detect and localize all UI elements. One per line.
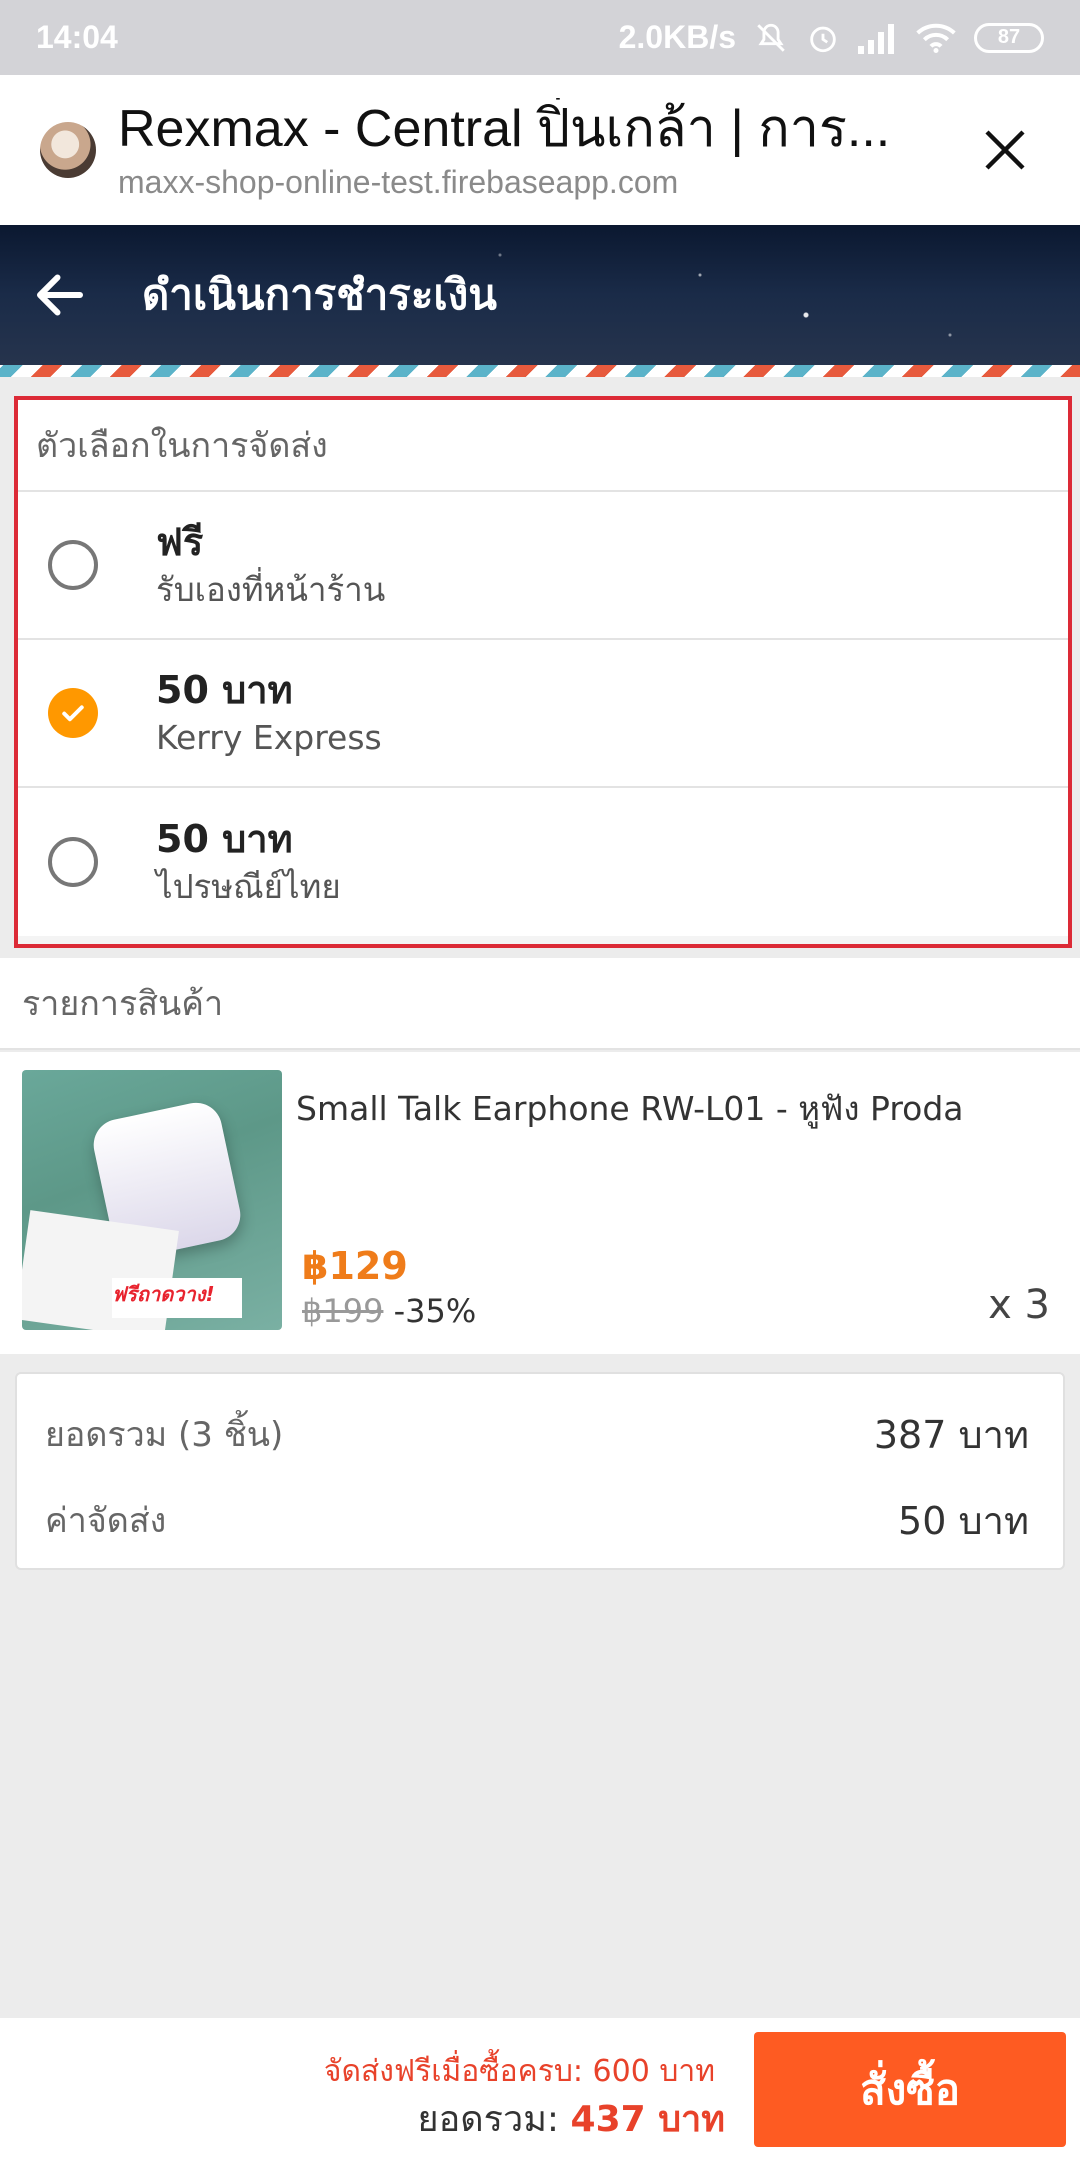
- status-icons: 2.0KB/s 87: [619, 19, 1044, 56]
- signal-icon: [858, 22, 898, 54]
- back-button[interactable]: [30, 265, 90, 325]
- order-summary: ยอดรวม (3 ชิ้น) 387 บาท ค่าจัดส่ง 50 บาท: [15, 1372, 1065, 1570]
- battery-icon: 87: [974, 22, 1044, 53]
- product-old-price-row: ฿199 -35%: [302, 1292, 476, 1330]
- page-title: ดำเนินการชำระเงิน: [142, 270, 497, 319]
- summary-subtotal-row: ยอดรวม (3 ชิ้น) 387 บาท: [45, 1404, 1029, 1464]
- product-image-badge: ฟรีถาดวาง!: [112, 1278, 242, 1318]
- total-value: 437 บาท: [570, 2099, 725, 2140]
- product-price: ฿129: [302, 1244, 408, 1288]
- wifi-icon: [916, 22, 956, 54]
- alarm-icon: [806, 21, 840, 55]
- product-discount: -35%: [393, 1292, 477, 1330]
- summary-shipping-row: ค่าจัดส่ง 50 บาท: [45, 1490, 1029, 1550]
- product-image[interactable]: ฟรีถาดวาง!: [22, 1070, 282, 1330]
- shipping-option-name: Kerry Express: [156, 718, 382, 757]
- close-icon: [985, 130, 1025, 170]
- radio-checked-icon[interactable]: [48, 688, 98, 738]
- shipping-fee-label: ค่าจัดส่ง: [45, 1501, 167, 1541]
- shipping-option-price: ฟรี: [156, 520, 204, 564]
- shipping-options-header: ตัวเลือกในการจัดส่ง: [18, 400, 1068, 492]
- decorative-stripe: [0, 365, 1080, 377]
- product-item[interactable]: ฟรีถาดวาง! Small Talk Earphone RW-L01 - …: [0, 1052, 1080, 1354]
- subtotal-label: ยอดรวม (3 ชิ้น): [45, 1415, 284, 1455]
- product-old-price: ฿199: [302, 1292, 384, 1330]
- app-bar: ดำเนินการชำระเงิน: [0, 225, 1080, 365]
- close-button[interactable]: [970, 115, 1040, 185]
- radio-unchecked-icon[interactable]: [48, 837, 98, 887]
- shipping-option-price: 50 บาท: [156, 817, 293, 861]
- radio-unchecked-icon[interactable]: [48, 540, 98, 590]
- browser-titles: Rexmax - Central ปิ่นเกล้า | การ... maxx…: [118, 98, 940, 202]
- products-header: รายการสินค้า: [0, 958, 1080, 1050]
- shipping-option-name: ไปรษณีย์ไทย: [156, 867, 341, 906]
- status-time: 14:04: [36, 19, 118, 55]
- bell-muted-icon: [754, 21, 788, 55]
- shipping-options-section: ตัวเลือกในการจัดส่ง ฟรี รับเองที่หน้าร้า…: [14, 396, 1072, 948]
- browser-url: maxx-shop-online-test.firebaseapp.com: [118, 164, 679, 200]
- shipping-option-price: 50 บาท: [156, 668, 293, 712]
- shipping-option-name: รับเองที่หน้าร้าน: [156, 570, 386, 609]
- place-order-button[interactable]: สั่งซื้อ: [754, 2032, 1066, 2147]
- product-quantity: x 3: [988, 1282, 1050, 1328]
- site-favicon: [40, 122, 96, 178]
- total-line: ยอดรวม: 437 บาท: [418, 2090, 725, 2147]
- shipping-option-kerry[interactable]: 50 บาท Kerry Express: [18, 640, 1068, 788]
- status-bar: 14:04 2.0KB/s 87: [0, 0, 1080, 75]
- total-label: ยอดรวม:: [417, 2099, 560, 2140]
- product-name: Small Talk Earphone RW-L01 - หูฟัง Proda: [296, 1089, 964, 1128]
- subtotal-value: 387 บาท: [873, 1412, 1029, 1457]
- back-arrow-icon: [37, 274, 83, 316]
- network-speed: 2.0KB/s: [618, 19, 736, 55]
- checkout-bar: จัดส่งฟรีเมื่อซื้อครบ: 600 บาท ยอดรวม: 4…: [0, 2018, 1080, 2160]
- shipping-option-thaipost[interactable]: 50 บาท ไปรษณีย์ไทย: [18, 788, 1068, 936]
- browser-header: Rexmax - Central ปิ่นเกล้า | การ... maxx…: [0, 75, 1080, 225]
- browser-title: Rexmax - Central ปิ่นเกล้า | การ...: [118, 100, 891, 158]
- shipping-fee-value: 50 บาท: [898, 1498, 1029, 1543]
- free-shipping-note: จัดส่งฟรีเมื่อซื้อครบ: 600 บาท: [323, 2054, 715, 2089]
- shipping-option-pickup[interactable]: ฟรี รับเองที่หน้าร้าน: [18, 492, 1068, 640]
